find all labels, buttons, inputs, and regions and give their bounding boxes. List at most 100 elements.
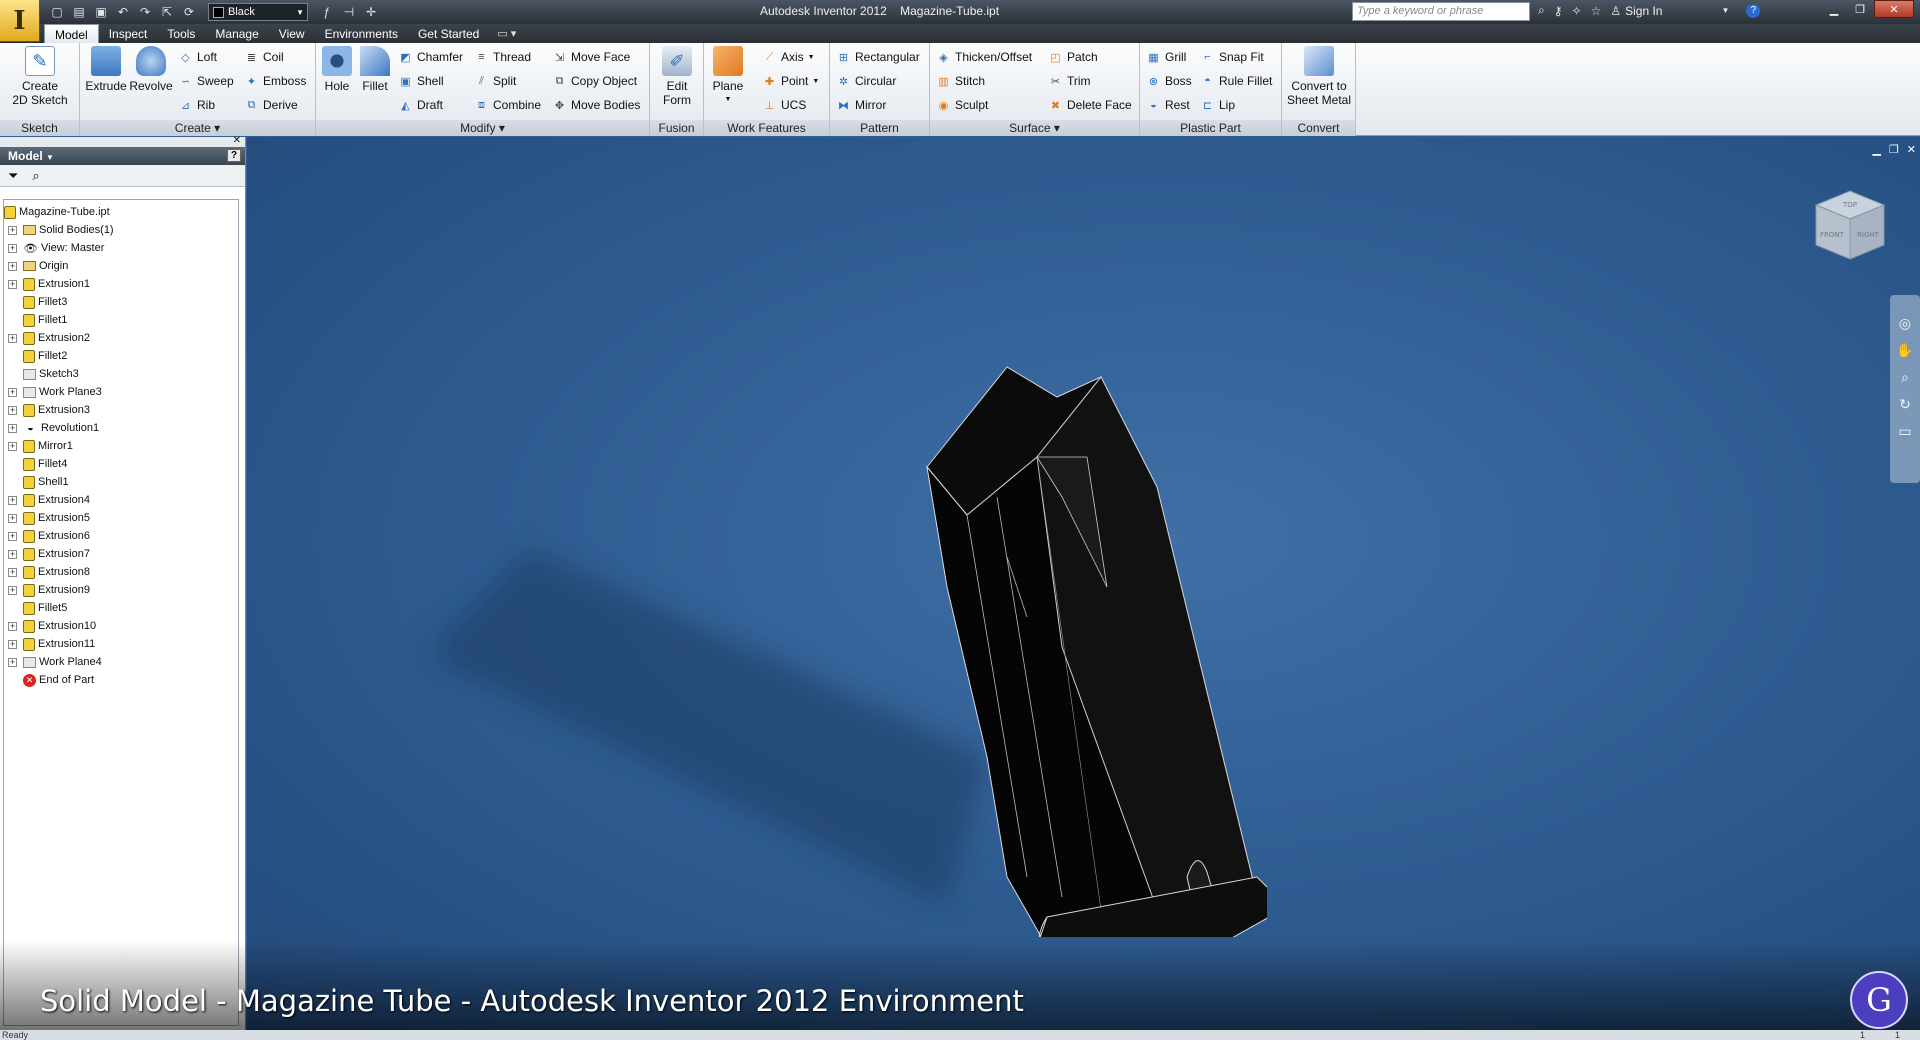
- open-icon[interactable]: ▤: [70, 4, 88, 20]
- restore-icon[interactable]: ❐: [1848, 0, 1872, 18]
- split-button[interactable]: ⫽ Split: [474, 71, 516, 91]
- close-icon[interactable]: ✕: [233, 135, 241, 146]
- thread-button[interactable]: ≡ Thread: [474, 47, 531, 67]
- look-at-icon[interactable]: ▭: [1898, 423, 1911, 440]
- edit-form-button[interactable]: ✐ Edit Form: [654, 46, 700, 107]
- expand-icon[interactable]: +: [8, 513, 17, 523]
- expand-icon[interactable]: +: [8, 387, 17, 397]
- update-icon[interactable]: ⟳: [180, 4, 198, 20]
- tree-node[interactable]: + Work Plane3: [4, 383, 238, 401]
- tree-node[interactable]: ✕ End of Part: [4, 671, 238, 689]
- close-icon[interactable]: ✕: [1907, 143, 1916, 156]
- ribbon-options-icon[interactable]: ▭ ▾: [489, 24, 524, 43]
- sign-in-button[interactable]: ♙ Sign In: [1610, 4, 1662, 18]
- restore-icon[interactable]: ❐: [1889, 143, 1899, 156]
- pan-icon[interactable]: ✋: [1896, 342, 1913, 359]
- tab-tools[interactable]: Tools: [157, 24, 205, 43]
- tree-node[interactable]: + Extrusion9: [4, 581, 238, 599]
- panel-label-surface[interactable]: Surface ▾: [930, 120, 1139, 136]
- zoom-icon[interactable]: ⌕: [1901, 369, 1909, 386]
- redo-icon[interactable]: ↷: [136, 4, 154, 20]
- favorites-icon[interactable]: ☆: [1591, 4, 1602, 18]
- steering-wheel-icon[interactable]: ◎: [1899, 315, 1911, 332]
- expand-icon[interactable]: +: [8, 585, 17, 595]
- copy-object-button[interactable]: ⧉ Copy Object: [552, 71, 637, 91]
- trim-button[interactable]: ✂ Trim: [1048, 71, 1091, 91]
- move-bodies-button[interactable]: ✥ Move Bodies: [552, 95, 640, 115]
- lip-button[interactable]: ⊏ Lip: [1200, 95, 1235, 115]
- expand-icon[interactable]: +: [8, 279, 17, 289]
- minimize-icon[interactable]: ▁: [1872, 143, 1880, 156]
- create-2d-sketch-button[interactable]: ✎ Create 2D Sketch: [6, 46, 74, 107]
- view-cube[interactable]: TOP FRONT RIGHT: [1810, 185, 1890, 265]
- tree-node[interactable]: Fillet2: [4, 347, 238, 365]
- tree-node[interactable]: + Extrusion10: [4, 617, 238, 635]
- select-icon[interactable]: ✛: [362, 4, 380, 20]
- minimize-icon[interactable]: ▁: [1822, 0, 1846, 18]
- tree-node[interactable]: + Origin: [4, 257, 238, 275]
- tab-inspect[interactable]: Inspect: [99, 24, 158, 43]
- application-menu-button[interactable]: I: [0, 0, 40, 42]
- coil-button[interactable]: ≣ Coil: [244, 47, 284, 67]
- key-icon[interactable]: ⚷: [1554, 4, 1563, 18]
- circular-pattern-button[interactable]: ✲ Circular: [836, 71, 896, 91]
- hole-button[interactable]: Hole: [318, 46, 356, 93]
- expand-icon[interactable]: +: [8, 423, 17, 433]
- plane-button[interactable]: Plane ▼: [708, 46, 748, 107]
- tree-node[interactable]: + Extrusion2: [4, 329, 238, 347]
- rule-fillet-button[interactable]: ◓ Rule Fillet: [1200, 71, 1272, 91]
- tree-node[interactable]: Magazine-Tube.ipt: [4, 203, 238, 221]
- save-icon[interactable]: ▣: [92, 4, 110, 20]
- panel-label-modify[interactable]: Modify ▾: [316, 120, 649, 136]
- mirror-button[interactable]: ⧓ Mirror: [836, 95, 886, 115]
- rib-button[interactable]: ⊿ Rib: [178, 95, 215, 115]
- delete-face-button[interactable]: ✖ Delete Face: [1048, 95, 1132, 115]
- ucs-button[interactable]: ⊥ UCS: [762, 95, 807, 115]
- combine-button[interactable]: ⧈ Combine: [474, 95, 541, 115]
- tree-node[interactable]: + ◒ Revolution1: [4, 419, 238, 437]
- orbit-icon[interactable]: ↻: [1899, 396, 1911, 413]
- tree-node[interactable]: + Extrusion8: [4, 563, 238, 581]
- revolve-button[interactable]: Revolve: [128, 46, 174, 93]
- find-icon[interactable]: ⌕: [32, 168, 39, 184]
- move-face-button[interactable]: ⇲ Move Face: [552, 47, 630, 67]
- derive-button[interactable]: ⧉ Derive: [244, 95, 298, 115]
- loft-button[interactable]: ◇ Loft: [178, 47, 217, 67]
- boss-button[interactable]: ⊗ Boss: [1146, 71, 1192, 91]
- expand-icon[interactable]: +: [8, 495, 17, 505]
- undo-icon[interactable]: ↶: [114, 4, 132, 20]
- draft-button[interactable]: ◭ Draft: [398, 95, 443, 115]
- tree-node[interactable]: Sketch3: [4, 365, 238, 383]
- tree-node[interactable]: + Extrusion4: [4, 491, 238, 509]
- parameters-icon[interactable]: ƒ: [318, 4, 336, 20]
- expand-icon[interactable]: +: [8, 549, 17, 559]
- chevron-down-icon[interactable]: ▼: [1721, 6, 1729, 15]
- expand-icon[interactable]: +: [8, 261, 17, 271]
- chamfer-button[interactable]: ◩ Chamfer: [398, 47, 463, 67]
- expand-icon[interactable]: +: [8, 225, 17, 235]
- panel-label-create[interactable]: Create ▾: [80, 120, 315, 136]
- fillet-button[interactable]: Fillet: [356, 46, 394, 93]
- binoculars-icon[interactable]: ⌕: [1538, 3, 1545, 18]
- tree-node[interactable]: + Work Plane4: [4, 653, 238, 671]
- graphics-viewport[interactable]: ▁ ❐ ✕ TOP FRONT RIGHT ◎ ✋ ⌕ ↻ ▭: [247, 137, 1920, 1030]
- return-icon[interactable]: ⇱: [158, 4, 176, 20]
- rest-button[interactable]: ◒ Rest: [1146, 95, 1190, 115]
- expand-icon[interactable]: +: [8, 333, 17, 343]
- search-input[interactable]: Type a keyword or phrase: [1352, 2, 1530, 21]
- tree-node[interactable]: + Extrusion1: [4, 275, 238, 293]
- tab-view[interactable]: View: [269, 24, 315, 43]
- point-button[interactable]: ✚ Point ▼: [762, 71, 819, 91]
- axis-button[interactable]: ⟋ Axis ▼: [762, 47, 815, 67]
- color-override-select[interactable]: Black ▼: [208, 3, 308, 21]
- convert-to-sheet-metal-button[interactable]: Convert to Sheet Metal: [1284, 46, 1354, 107]
- expand-icon[interactable]: +: [8, 405, 17, 415]
- sweep-button[interactable]: ∽ Sweep: [178, 71, 234, 91]
- browser-help-icon[interactable]: ?: [227, 149, 241, 162]
- patch-button[interactable]: ◰ Patch: [1048, 47, 1097, 67]
- close-icon[interactable]: ✕: [1874, 0, 1914, 18]
- tree-node[interactable]: + 👁 View: Master: [4, 239, 238, 257]
- shell-button[interactable]: ▣ Shell: [398, 71, 443, 91]
- new-icon[interactable]: ▢: [48, 4, 66, 20]
- snap-fit-button[interactable]: ⌐ Snap Fit: [1200, 47, 1263, 67]
